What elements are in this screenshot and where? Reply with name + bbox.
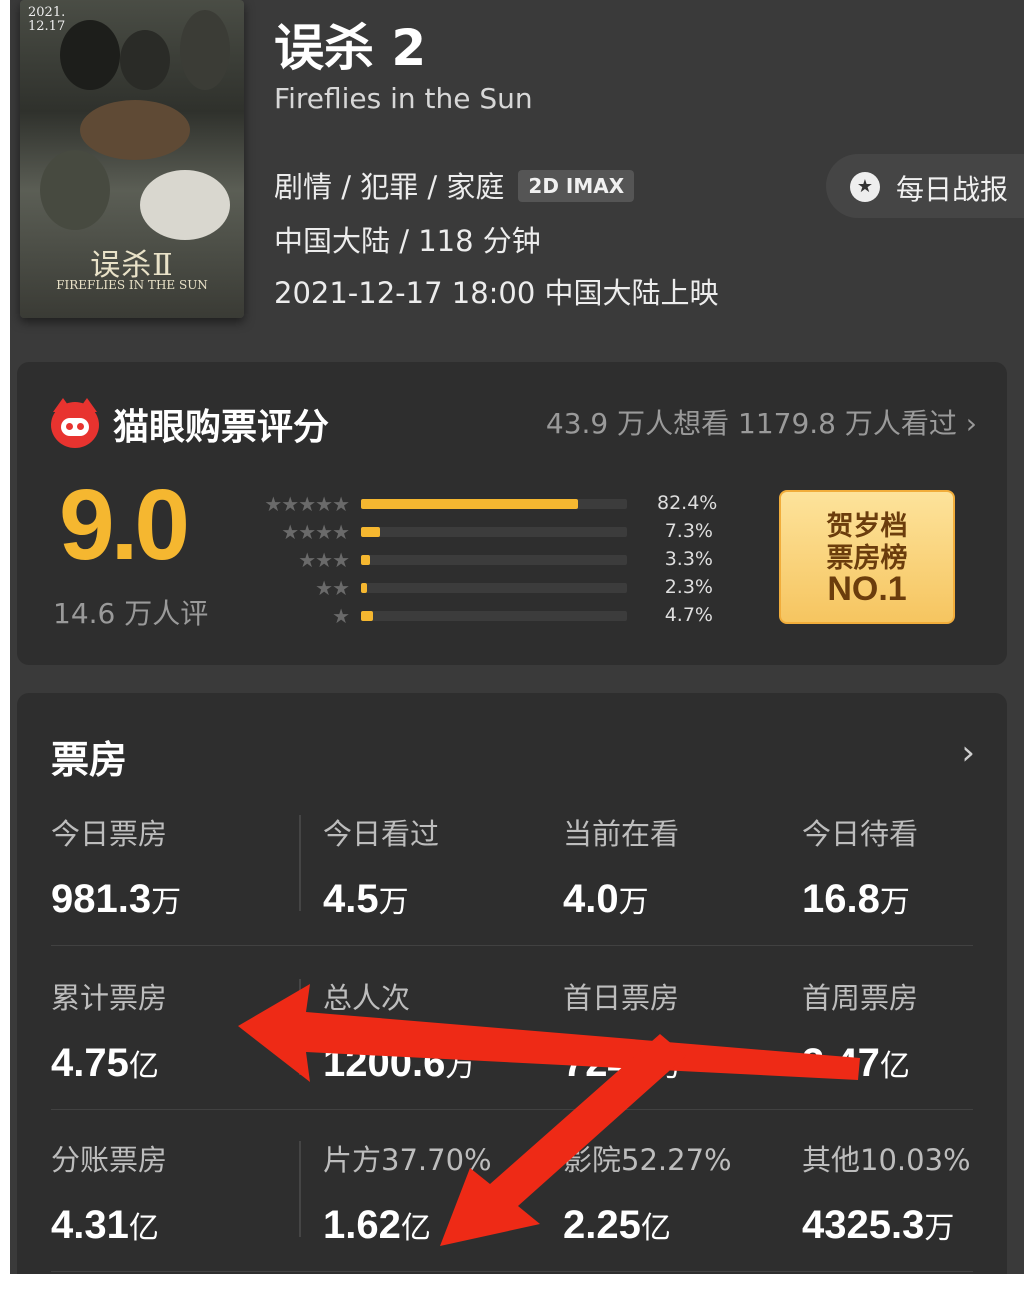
red-arrow-down	[440, 1034, 686, 1246]
red-arrow-left	[238, 984, 860, 1082]
annotation-arrows	[238, 984, 860, 1246]
movie-detail-screen: 2021. 12.17 误杀Ⅱ FIREFLIES IN THE SUN 误杀 …	[10, 0, 1024, 1274]
